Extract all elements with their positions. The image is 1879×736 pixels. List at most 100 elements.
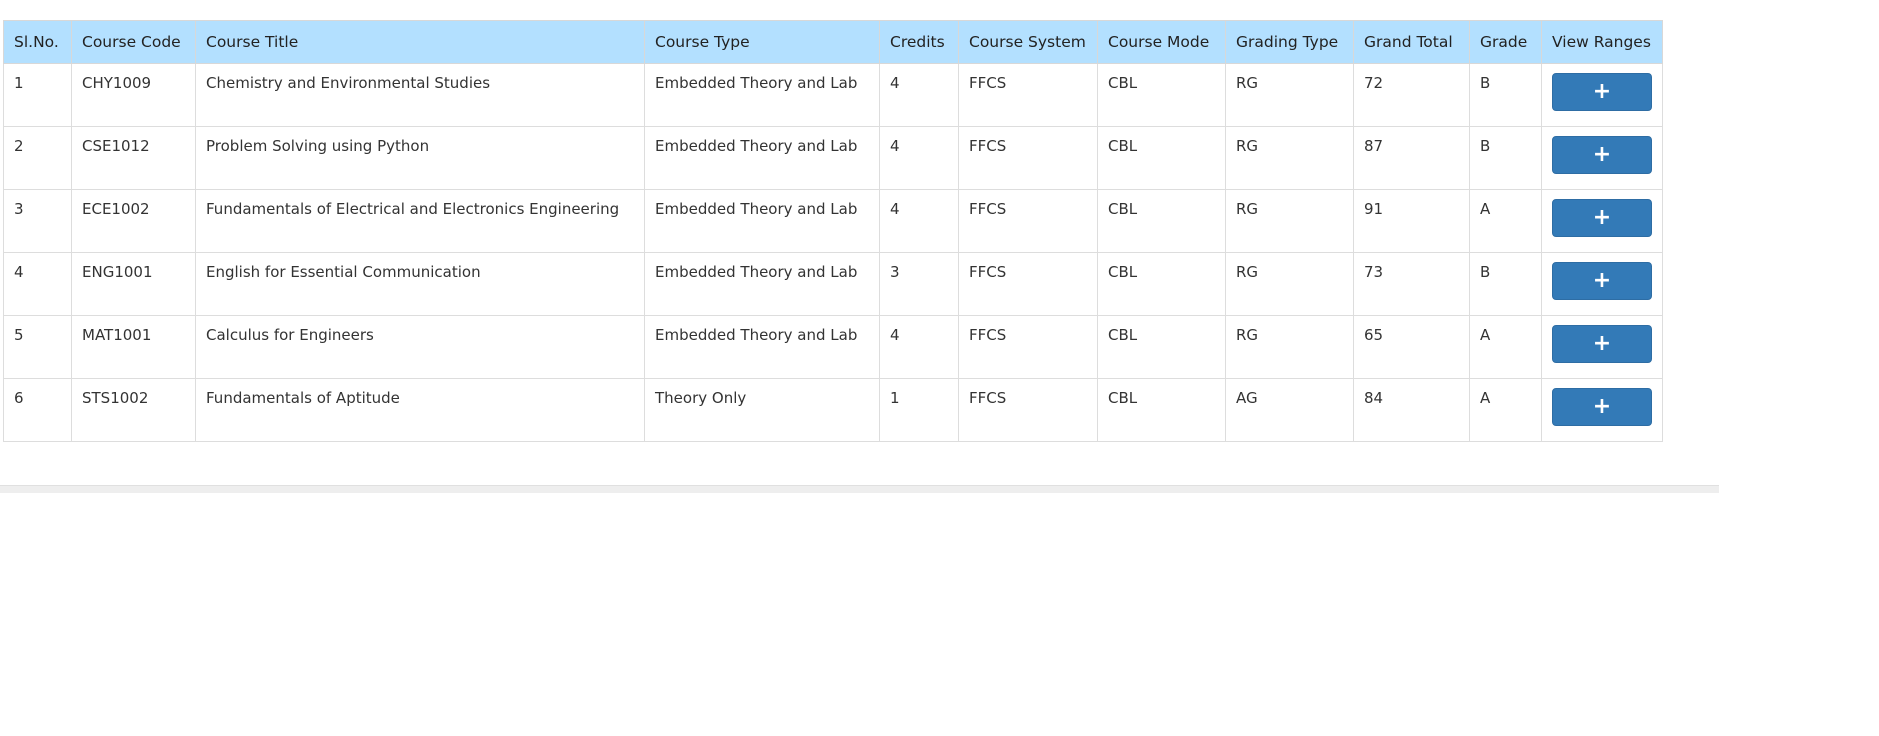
view-ranges-button[interactable]: + — [1552, 73, 1652, 111]
cell-course-type: Theory Only — [644, 378, 880, 442]
cell-course-mode: CBL — [1097, 63, 1226, 127]
table-row: 6 STS1002 Fundamentals of Aptitude Theory O… — [3, 378, 1663, 442]
cell-slno: 4 — [3, 252, 72, 316]
cell-course-title: Chemistry and Environmental Studies — [195, 63, 645, 127]
cell-course-system: FFCS — [958, 315, 1098, 379]
cell-credits: 4 — [879, 315, 959, 379]
cell-credits: 4 — [879, 189, 959, 253]
cell-grade: A — [1469, 378, 1542, 442]
table-row: 3 ECE1002 Fundamentals of Electrical and E… — [3, 189, 1663, 253]
page: Sl.No. Course Code Course Title Course T… — [0, 0, 1879, 736]
cell-slno: 3 — [3, 189, 72, 253]
cell-course-system: FFCS — [958, 63, 1098, 127]
view-ranges-button[interactable]: + — [1552, 388, 1652, 426]
plus-icon: + — [1592, 331, 1612, 356]
cell-course-type: Embedded Theory and Lab — [644, 126, 880, 190]
plus-icon: + — [1592, 79, 1612, 104]
cell-grading-type: RG — [1225, 189, 1354, 253]
view-ranges-button[interactable]: + — [1552, 199, 1652, 237]
cell-grand-total: 91 — [1353, 189, 1470, 253]
cell-grading-type: RG — [1225, 63, 1354, 127]
cell-course-mode: CBL — [1097, 315, 1226, 379]
cell-course-title: English for Essential Communication — [195, 252, 645, 316]
cell-grand-total: 73 — [1353, 252, 1470, 316]
cell-grade: B — [1469, 63, 1542, 127]
cell-grading-type: RG — [1225, 252, 1354, 316]
header-grade: Grade — [1469, 20, 1542, 64]
header-view-ranges: View Ranges — [1541, 20, 1663, 64]
plus-icon: + — [1592, 268, 1612, 293]
header-course-code: Course Code — [71, 20, 196, 64]
header-grand-total: Grand Total — [1353, 20, 1470, 64]
cell-grade: A — [1469, 315, 1542, 379]
cell-course-mode: CBL — [1097, 252, 1226, 316]
table-header-row: Sl.No. Course Code Course Title Course T… — [3, 20, 1663, 64]
cell-credits: 4 — [879, 126, 959, 190]
header-course-title: Course Title — [195, 20, 645, 64]
cell-grade: A — [1469, 189, 1542, 253]
cell-grand-total: 87 — [1353, 126, 1470, 190]
cell-grand-total: 72 — [1353, 63, 1470, 127]
view-ranges-button[interactable]: + — [1552, 136, 1652, 174]
table-row: 4 ENG1001 English for Essential Communicat… — [3, 252, 1663, 316]
cell-course-title: Fundamentals of Electrical and Electroni… — [195, 189, 645, 253]
cell-course-code: MAT1001 — [71, 315, 196, 379]
cell-course-title: Fundamentals of Aptitude — [195, 378, 645, 442]
cell-course-code: ECE1002 — [71, 189, 196, 253]
cell-grade: B — [1469, 126, 1542, 190]
cell-course-title: Calculus for Engineers — [195, 315, 645, 379]
cell-slno: 5 — [3, 315, 72, 379]
cell-view-ranges: + — [1541, 189, 1663, 253]
cell-course-system: FFCS — [958, 378, 1098, 442]
cell-course-type: Embedded Theory and Lab — [644, 252, 880, 316]
cell-view-ranges: + — [1541, 63, 1663, 127]
cell-view-ranges: + — [1541, 252, 1663, 316]
header-course-type: Course Type — [644, 20, 880, 64]
cell-course-code: CHY1009 — [71, 63, 196, 127]
plus-icon: + — [1592, 394, 1612, 419]
view-ranges-button[interactable]: + — [1552, 325, 1652, 363]
cell-course-system: FFCS — [958, 126, 1098, 190]
cell-course-title: Problem Solving using Python — [195, 126, 645, 190]
cell-course-mode: CBL — [1097, 378, 1226, 442]
cell-course-system: FFCS — [958, 252, 1098, 316]
cell-course-mode: CBL — [1097, 126, 1226, 190]
view-ranges-button[interactable]: + — [1552, 262, 1652, 300]
plus-icon: + — [1592, 205, 1612, 230]
cell-course-code: CSE1012 — [71, 126, 196, 190]
cell-credits: 4 — [879, 63, 959, 127]
table-row: 2 CSE1012 Problem Solving using Python Embe… — [3, 126, 1663, 190]
cell-grade: B — [1469, 252, 1542, 316]
cell-slno: 6 — [3, 378, 72, 442]
table-body: 1 CHY1009 Chemistry and Environmental Stud… — [3, 63, 1663, 442]
cell-grading-type: AG — [1225, 378, 1354, 442]
cell-course-type: Embedded Theory and Lab — [644, 63, 880, 127]
cell-slno: 2 — [3, 126, 72, 190]
cell-grand-total: 84 — [1353, 378, 1470, 442]
cell-view-ranges: + — [1541, 126, 1663, 190]
cell-grand-total: 65 — [1353, 315, 1470, 379]
table-row: 5 MAT1001 Calculus for Engineers Embedded T… — [3, 315, 1663, 379]
footer-divider — [0, 485, 1719, 493]
cell-course-system: FFCS — [958, 189, 1098, 253]
cell-slno: 1 — [3, 63, 72, 127]
cell-credits: 1 — [879, 378, 959, 442]
cell-course-type: Embedded Theory and Lab — [644, 315, 880, 379]
cell-course-mode: CBL — [1097, 189, 1226, 253]
header-slno: Sl.No. — [3, 20, 72, 64]
cell-course-code: STS1002 — [71, 378, 196, 442]
cell-view-ranges: + — [1541, 378, 1663, 442]
table-row: 1 CHY1009 Chemistry and Environmental Stud… — [3, 63, 1663, 127]
cell-course-type: Embedded Theory and Lab — [644, 189, 880, 253]
plus-icon: + — [1592, 142, 1612, 167]
header-course-mode: Course Mode — [1097, 20, 1226, 64]
header-grading-type: Grading Type — [1225, 20, 1354, 64]
cell-credits: 3 — [879, 252, 959, 316]
header-course-system: Course System — [958, 20, 1098, 64]
cell-grading-type: RG — [1225, 315, 1354, 379]
header-credits: Credits — [879, 20, 959, 64]
grades-table: Sl.No. Course Code Course Title Course T… — [3, 20, 1663, 442]
cell-view-ranges: + — [1541, 315, 1663, 379]
cell-course-code: ENG1001 — [71, 252, 196, 316]
cell-grading-type: RG — [1225, 126, 1354, 190]
